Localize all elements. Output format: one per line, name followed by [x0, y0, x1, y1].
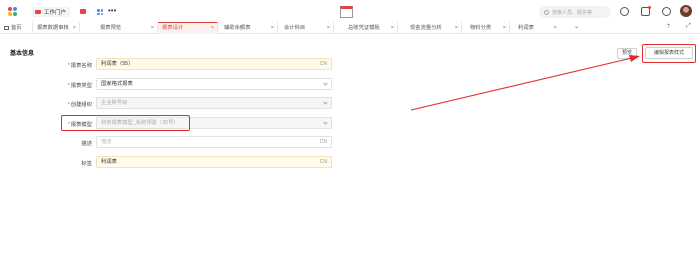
annotation-arrow: [410, 55, 640, 111]
